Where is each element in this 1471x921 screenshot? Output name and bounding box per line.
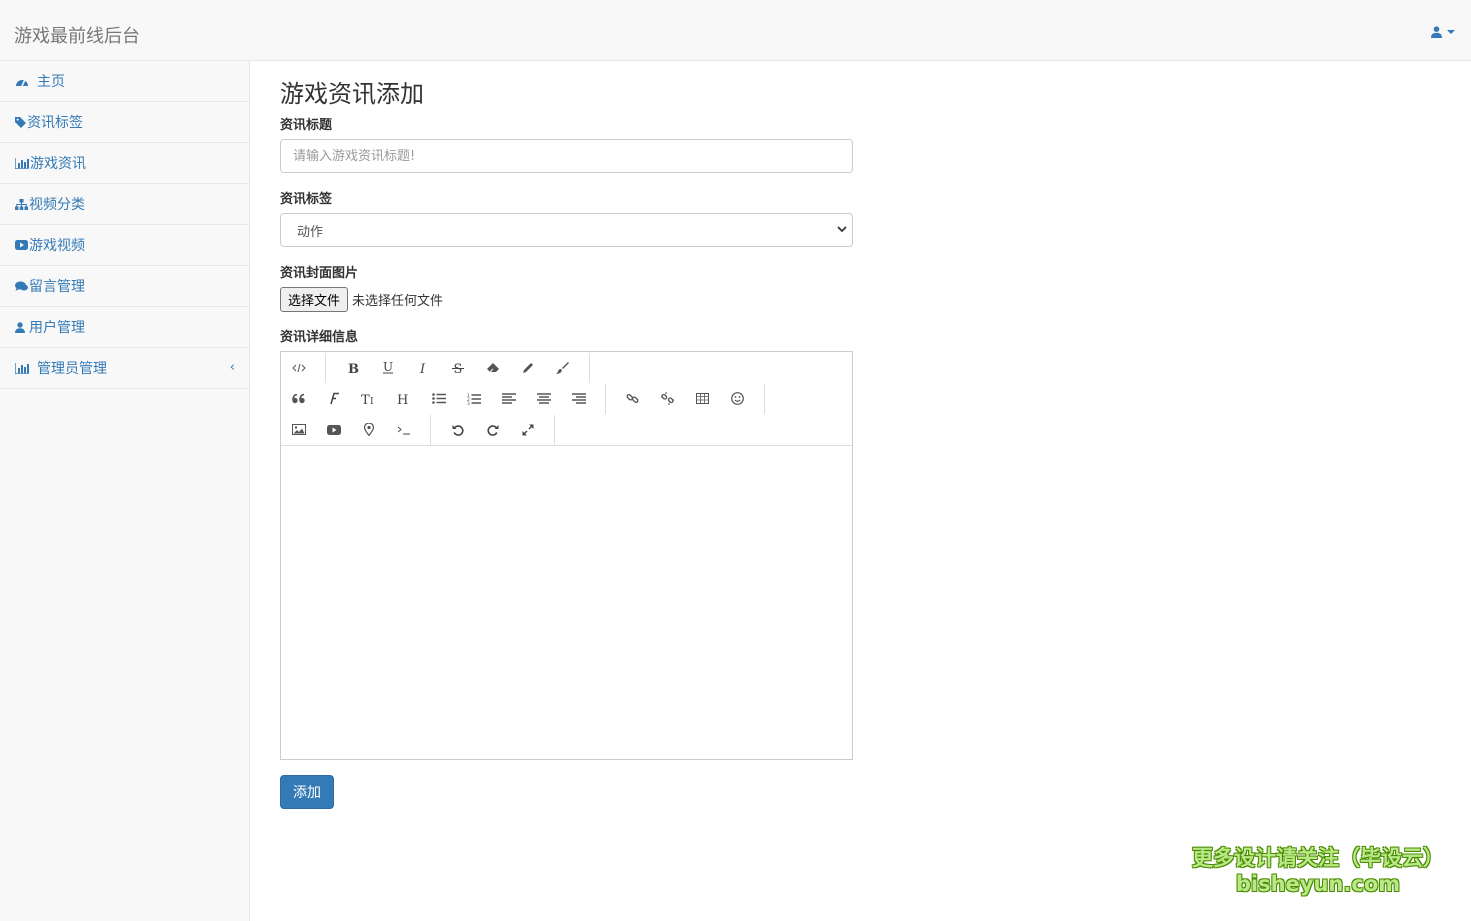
sidebar-item-tags[interactable]: 资讯标签 xyxy=(0,102,249,143)
font-icon[interactable] xyxy=(316,384,351,414)
align-right-icon[interactable] xyxy=(561,384,596,414)
sidebar-item-label: 游戏视频 xyxy=(29,238,85,254)
ordered-list-icon[interactable]: 123 xyxy=(456,384,491,414)
cover-form-group: 资讯封面图片 选择文件 未选择任何文件 xyxy=(280,262,853,312)
watermark: 更多设计请关注（毕设云） bisheyun.com xyxy=(1188,845,1448,897)
detail-form-group: 资讯详细信息 B U I S TI H 1 2 3 xyxy=(280,326,853,760)
sidebar-item-label: 用户管理 xyxy=(29,320,85,336)
sidebar-item-news[interactable]: 游戏资讯 xyxy=(0,143,249,184)
tag-label: 资讯标签 xyxy=(280,192,333,207)
watermark-line-1: 更多设计请关注（毕设云） xyxy=(1192,846,1444,870)
chevron-down-icon xyxy=(837,226,847,233)
tag-form-group: 资讯标签 动作 xyxy=(280,188,853,247)
align-left-icon[interactable] xyxy=(491,384,526,414)
heading-icon[interactable]: H xyxy=(386,384,421,414)
video-icon[interactable] xyxy=(316,415,351,445)
brush-icon[interactable] xyxy=(545,353,580,383)
choose-file-button[interactable]: 选择文件 xyxy=(280,287,349,312)
rich-text-editor: B U I S TI H 123 xyxy=(280,351,853,760)
editor-toolbar: B U I S TI H 123 xyxy=(281,352,852,446)
terminal-icon[interactable] xyxy=(386,415,421,445)
brand-title[interactable]: 游戏最前线后台 xyxy=(14,22,140,48)
add-button[interactable]: 添加 xyxy=(280,775,334,809)
sidebar-item-game-video[interactable]: 游戏视频 xyxy=(0,225,249,266)
bold-icon[interactable]: B xyxy=(335,353,370,383)
svg-text:B: B xyxy=(348,362,359,374)
toolbar-separator xyxy=(325,352,326,383)
undo-icon[interactable] xyxy=(440,415,475,445)
editor-content-area[interactable] xyxy=(281,446,852,759)
sidebar-item-label: 视频分类 xyxy=(29,197,85,213)
title-label: 资讯标题 xyxy=(280,118,333,133)
cover-label: 资讯封面图片 xyxy=(280,266,359,281)
table-icon[interactable] xyxy=(685,384,720,414)
align-center-icon[interactable] xyxy=(526,384,561,414)
svg-text:3: 3 xyxy=(467,401,470,405)
sidebar-item-label: 游戏资讯 xyxy=(30,156,86,172)
user-menu[interactable] xyxy=(1431,26,1455,38)
toolbar-row-2: TI H 123 xyxy=(281,383,774,414)
file-status: 未选择任何文件 xyxy=(352,294,444,309)
svg-text:I: I xyxy=(419,362,426,374)
sidebar-item-label: 资讯标签 xyxy=(27,115,83,131)
toolbar-row-3 xyxy=(281,414,564,445)
toolbar-separator xyxy=(589,352,590,383)
tag-select[interactable]: 动作 xyxy=(280,213,853,247)
main-content: 游戏资讯添加 资讯标题 资讯标签 动作 资讯封面图片 选择文件 未选择任何文件 … xyxy=(280,61,853,809)
font-size-icon[interactable]: TI xyxy=(351,384,386,414)
toolbar-row-1: B U I S xyxy=(281,352,599,383)
unordered-list-icon[interactable] xyxy=(421,384,456,414)
sidebar-item-home[interactable]: 主页 xyxy=(0,61,249,102)
chevron-down-icon xyxy=(1447,30,1455,34)
tag-icon xyxy=(15,116,26,128)
user-icon xyxy=(15,321,25,333)
sidebar-item-video-category[interactable]: 视频分类 xyxy=(0,184,249,225)
sidebar-item-admins[interactable]: 管理员管理 ‹ xyxy=(0,348,249,389)
sidebar: 主页 资讯标签 游戏资讯 视频分类 游戏视频 留言管理 用户管理 管理员管理 ‹ xyxy=(0,61,250,921)
svg-text:H: H xyxy=(397,393,408,405)
emoji-icon[interactable] xyxy=(720,384,755,414)
svg-text:T: T xyxy=(361,393,370,405)
toolbar-separator xyxy=(430,414,431,445)
top-navbar: 游戏最前线后台 xyxy=(0,0,1471,61)
redo-icon[interactable] xyxy=(475,415,510,445)
user-icon xyxy=(1431,26,1442,38)
detail-label: 资讯详细信息 xyxy=(280,330,359,345)
sidebar-item-label: 主页 xyxy=(37,74,65,90)
comments-icon xyxy=(15,281,28,291)
strikethrough-icon[interactable]: S xyxy=(440,353,475,383)
svg-text:U: U xyxy=(383,361,393,374)
code-view-icon[interactable] xyxy=(281,353,316,383)
page-title: 游戏资讯添加 xyxy=(280,80,424,108)
sidebar-item-messages[interactable]: 留言管理 xyxy=(0,266,249,307)
fullscreen-icon[interactable] xyxy=(510,415,545,445)
italic-icon[interactable]: I xyxy=(405,353,440,383)
unlink-icon[interactable] xyxy=(650,384,685,414)
sitemap-icon xyxy=(15,198,28,210)
image-icon[interactable] xyxy=(281,415,316,445)
svg-text:I: I xyxy=(370,397,374,405)
title-form-group: 资讯标题 xyxy=(280,114,853,173)
tag-select-value[interactable]: 动作 xyxy=(280,213,853,247)
toolbar-separator xyxy=(554,414,555,445)
bar-chart-icon xyxy=(15,157,29,169)
sidebar-item-label: 留言管理 xyxy=(29,279,85,295)
youtube-play-icon xyxy=(15,240,28,250)
toolbar-separator xyxy=(764,383,765,414)
map-marker-icon[interactable] xyxy=(351,415,386,445)
toolbar-separator xyxy=(605,383,606,414)
watermark-line-2: bisheyun.com xyxy=(1235,872,1401,896)
eraser-icon[interactable] xyxy=(475,353,510,383)
sidebar-item-label: 管理员管理 xyxy=(37,361,107,377)
link-icon[interactable] xyxy=(615,384,650,414)
sidebar-item-users[interactable]: 用户管理 xyxy=(0,307,249,348)
dashboard-icon xyxy=(16,79,28,87)
blockquote-icon[interactable] xyxy=(281,384,316,414)
bar-chart-icon xyxy=(15,362,29,374)
title-input[interactable] xyxy=(280,139,853,173)
pencil-icon[interactable] xyxy=(510,353,545,383)
chevron-left-icon[interactable]: ‹ xyxy=(230,360,235,375)
underline-icon[interactable]: U xyxy=(370,353,405,383)
